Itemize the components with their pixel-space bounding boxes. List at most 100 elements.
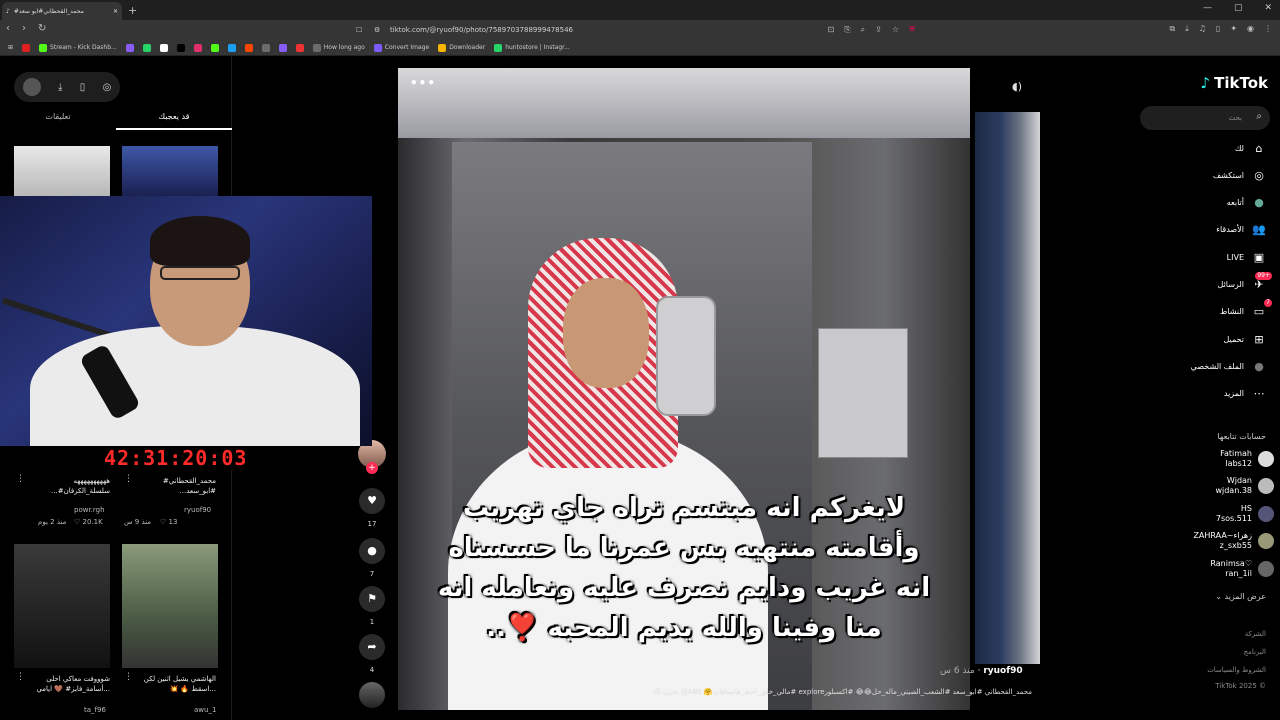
more-options-icon[interactable]: ⋮ (124, 474, 133, 484)
downloads-icon[interactable]: ⤓ (1185, 24, 1189, 34)
forward-icon[interactable]: › (22, 23, 26, 34)
following-account[interactable]: HS 7sos.511 (1216, 504, 1274, 524)
reload-icon[interactable]: ↻ (38, 23, 46, 34)
back-icon[interactable]: ‹ (6, 23, 10, 34)
card-user[interactable]: awu_1 (194, 706, 216, 714)
save-button[interactable]: ⚑ (359, 586, 385, 612)
bookmark-item[interactable] (125, 43, 134, 52)
following-account[interactable]: Fatimah labs12 (1220, 449, 1274, 469)
bookmark-item[interactable] (295, 43, 304, 52)
bookmark-item[interactable]: Convert Image (373, 43, 429, 52)
bookmark-item[interactable] (176, 43, 185, 52)
profile-icon[interactable]: ◉ (1247, 24, 1254, 34)
card-title[interactable]: محمد_القحطاني# #ابو_سعد... (136, 476, 216, 496)
volume-icon[interactable]: ◖) (1012, 80, 1022, 93)
media-icon[interactable]: ♫ (1199, 24, 1206, 34)
bookmark-item[interactable]: huntostore | Instagr... (494, 43, 570, 52)
more-options-icon[interactable]: ••• (410, 76, 436, 90)
avatar[interactable] (22, 78, 41, 96)
music-disc[interactable] (359, 682, 385, 708)
card-title[interactable]: الهاشمي يشيل اثنين لكن ...اسقط 🔥 💥 (134, 674, 216, 694)
apps-icon[interactable]: ⊞ (8, 44, 13, 51)
footer-link[interactable]: الشركة (1245, 630, 1266, 638)
close-window-icon[interactable]: ✕ (1264, 3, 1272, 13)
comment-button[interactable]: ● (359, 538, 385, 564)
show-more-link[interactable]: ⌄ عرض المزيد (1215, 592, 1266, 601)
tab-you-may-like[interactable]: قد يعجبك (116, 108, 232, 130)
video-thumbnail[interactable] (14, 146, 110, 196)
search-icon[interactable]: ⌕ (1256, 111, 1262, 122)
following-account[interactable]: Ranimsa♡ ran_1il (1210, 559, 1274, 579)
follow-plus-icon[interactable]: + (366, 462, 378, 474)
more-options-icon[interactable]: ⋮ (16, 474, 25, 484)
share-icon[interactable]: ⇪ (875, 25, 882, 35)
video-thumbnail[interactable] (122, 544, 218, 668)
nav-item[interactable]: أتابعه ● (1227, 196, 1266, 209)
shield-icon[interactable]: ⛨ (909, 25, 915, 35)
bookmark-item[interactable]: How long ago (312, 43, 365, 52)
nav-item[interactable]: الملف الشخصي ● (1191, 360, 1266, 373)
translate-icon[interactable]: ⎘ (844, 25, 850, 35)
footer-link[interactable]: الشروط والسياسات (1207, 666, 1266, 674)
site-info-icon[interactable]: ⚙ (374, 26, 380, 34)
bookmark-item[interactable] (227, 43, 236, 52)
bookmark-item[interactable] (193, 43, 202, 52)
next-video-peek[interactable] (975, 112, 1040, 664)
bookmark-item[interactable] (22, 43, 31, 52)
nav-item[interactable]: المزيد ⋯ (1224, 387, 1266, 400)
star-icon[interactable]: ☆ (892, 25, 899, 35)
tiktok-logo[interactable]: ♪ TikTok (1201, 74, 1268, 92)
nav-item[interactable]: LIVE ▣ (1227, 251, 1266, 264)
bookmark-item[interactable] (210, 43, 219, 52)
footer-link[interactable]: البرنامج (1244, 648, 1266, 656)
menu-icon[interactable]: ⋮ (1264, 24, 1272, 34)
card-user[interactable]: powr.rgh (74, 506, 105, 514)
bookmark-item[interactable] (278, 43, 287, 52)
search-input[interactable]: بحث ⌕ (1140, 106, 1270, 130)
more-options-icon[interactable]: ⋮ (16, 672, 25, 682)
nav-item[interactable]: استكشف ◎ (1213, 169, 1266, 182)
bookmark-item[interactable]: Stream - Kick Dashb... (39, 43, 117, 52)
bookmark-item[interactable] (159, 43, 168, 52)
video-thumbnail[interactable] (122, 146, 218, 196)
minimize-icon[interactable]: — (1203, 3, 1212, 13)
following-account[interactable]: ZAHRAA~زهراء z_sxb55 (1193, 531, 1274, 551)
sidebar-icon[interactable]: ▯ (1216, 24, 1220, 34)
bookmark-star-icon[interactable]: ☐ (356, 26, 362, 34)
card-user[interactable]: ryuof90 (184, 506, 211, 514)
card-title[interactable]: ههههههههههه سلسلة_الكرفان#... (30, 476, 110, 496)
address-bar[interactable]: ☐ ⚙ tiktok.com/@ryuof90/photo/7589703788… (350, 22, 915, 38)
new-tab-icon[interactable]: + (128, 4, 137, 17)
card-title[interactable]: شوووفت معاكي احلى ...أسامة_فايز# 🤎 ايامي (28, 674, 110, 694)
nav-item[interactable]: الرسائل ✈ 99+ (1218, 272, 1272, 291)
bookmark-item[interactable] (261, 43, 270, 52)
more-options-icon[interactable]: ⋮ (124, 672, 133, 682)
nav-item[interactable]: الأصدقاء 👥 (1216, 223, 1266, 236)
install-icon[interactable]: ⊡ (828, 25, 835, 35)
bookmark-item[interactable] (244, 43, 253, 52)
card-user[interactable]: ta_f96 (84, 706, 106, 714)
bookmark-item[interactable] (142, 43, 151, 52)
like-button[interactable]: ♥ (359, 488, 385, 514)
following-account[interactable]: Wjdan wjdan.38 (1215, 476, 1274, 496)
video-thumbnail[interactable] (14, 544, 110, 668)
zoom-icon[interactable]: ⌕ (861, 25, 865, 35)
tab-comments[interactable]: تعليقات (0, 108, 116, 130)
share-button[interactable]: ➦ (359, 634, 385, 660)
extension-icon[interactable]: ⧉ (1169, 24, 1175, 34)
nav-item[interactable]: لك ⌂ (1235, 142, 1266, 155)
bookmark-item[interactable]: Downloader (438, 43, 485, 52)
account-handle: wjdan.38 (1215, 486, 1252, 495)
browser-tab[interactable]: ♪ محمد_القحطاني#ابو سعد# ✕ (2, 2, 122, 20)
phone-icon[interactable]: ▯ (80, 82, 86, 93)
puzzle-icon[interactable]: ✦ (1230, 24, 1237, 34)
photo-post[interactable]: ••• لايغركم انه مبتسم تراه جاي تهريب وأق… (398, 68, 970, 710)
download-icon[interactable]: ⤓ (58, 82, 62, 93)
compass-icon[interactable]: ◎ (103, 82, 112, 93)
nav-item[interactable]: النشاط ▭ 7 (1220, 299, 1272, 318)
nav-item[interactable]: تحميل ⊞ (1224, 333, 1267, 346)
bookmark-favicon-icon (210, 43, 219, 52)
maximize-icon[interactable]: ▢ (1234, 3, 1243, 13)
close-tab-icon[interactable]: ✕ (113, 8, 118, 15)
post-author[interactable]: ryuof90 · منذ 6 س (940, 666, 1023, 676)
